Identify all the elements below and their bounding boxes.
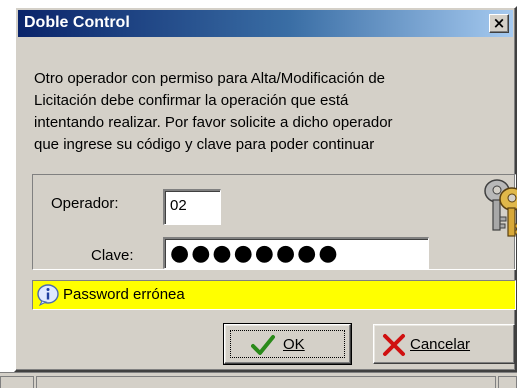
message-line: Licitación debe confirmar la operación q…	[34, 92, 349, 109]
message-line: que ingrese su código y clave para poder…	[34, 136, 375, 153]
credentials-panel: Operador: 02 Clave: ●●●●●●●●	[32, 174, 517, 270]
cancel-button[interactable]: Cancelar	[373, 324, 515, 364]
status-text: Password errónea	[63, 286, 185, 303]
clave-label: Clave:	[91, 247, 134, 264]
background-segment	[498, 376, 517, 388]
window-title: Doble Control	[24, 14, 130, 31]
close-icon: ×	[492, 14, 506, 32]
x-cross-icon	[383, 334, 405, 356]
clave-masked-value: ●●●●●●●●	[170, 241, 340, 266]
cancel-button-label: Cancelar	[410, 336, 471, 353]
close-button[interactable]: ×	[489, 14, 509, 33]
message-line: Otro operador con permiso para Alta/Modi…	[34, 70, 386, 87]
operador-label: Operador:	[51, 195, 119, 212]
clave-password-input[interactable]: ●●●●●●●●	[163, 237, 429, 269]
operador-input[interactable]: 02	[163, 189, 221, 225]
message-line: intentando realizar. Por favor solicite …	[34, 114, 393, 131]
ok-button-label: OK	[283, 336, 305, 353]
checkmark-icon	[251, 335, 275, 355]
background-segment	[36, 376, 496, 388]
title-bar[interactable]: Doble Control ×	[18, 10, 513, 37]
doble-control-dialog: Doble Control × Otro operador con permis…	[14, 6, 517, 372]
keys-icon	[484, 179, 517, 237]
confirmation-message: Otro operador con permiso para Alta/Modi…	[34, 68, 504, 156]
operador-value: 02	[170, 197, 187, 214]
background-taskbar-strip	[0, 372, 517, 388]
ok-button[interactable]: OK	[223, 323, 352, 365]
background-segment	[0, 376, 34, 388]
info-icon	[37, 284, 59, 306]
status-message-bar: Password errónea	[32, 280, 516, 310]
